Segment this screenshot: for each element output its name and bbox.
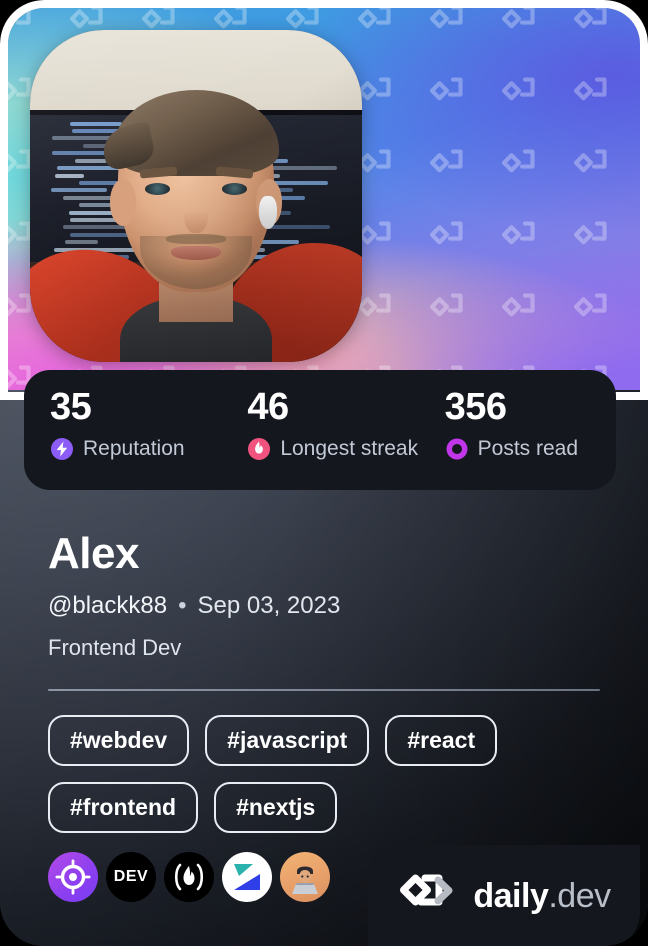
stat-longest-streak-label: Longest streak (280, 437, 419, 461)
flame-icon (248, 437, 271, 460)
hacker-news-badge[interactable] (164, 852, 214, 902)
daily-dev-logo: daily.dev (368, 845, 640, 946)
profile-handle: @blackk88 (48, 592, 168, 619)
pragmatic-engineer-icon (234, 864, 260, 890)
stat-longest-streak: 46 Longest streak (221, 370, 418, 490)
pragmatic-engineer-badge[interactable] (222, 852, 272, 902)
tag-chip[interactable]: #frontend (48, 782, 199, 833)
flame-paren-icon (174, 863, 204, 891)
bolt-icon (51, 437, 73, 460)
ring-icon (446, 438, 468, 460)
devcard: 35 Reputation 46 Longest streak 356 Post… (0, 0, 648, 946)
profile-role: Frontend Dev (48, 635, 182, 660)
target-icon (55, 859, 91, 895)
tag-list: #webdev #javascript #react #frontend #nextjs (48, 715, 608, 833)
stat-longest-streak-value: 46 (247, 386, 289, 428)
dev-to-label: DEV (113, 868, 149, 885)
tag-chip[interactable]: #webdev (48, 715, 190, 766)
logo-suffix: .dev (548, 876, 611, 915)
section-divider (48, 689, 600, 691)
tag-chip[interactable]: #nextjs (214, 782, 338, 833)
profile-meta: @blackk88 • Sep 03, 2023 (48, 592, 340, 620)
stat-reputation-value: 35 (50, 386, 92, 428)
logo-brand: daily (473, 876, 549, 915)
tag-chip[interactable]: #javascript (205, 715, 370, 766)
dev-to-badge[interactable]: DEV (106, 852, 156, 902)
stat-posts-read: 356 Posts read (419, 370, 616, 490)
profile-name: Alex (48, 529, 139, 578)
devsquad-avatar-badge[interactable] (280, 852, 330, 902)
badge-list: DEV (48, 852, 330, 902)
stat-posts-read-label: Posts read (477, 437, 579, 461)
stat-posts-read-value: 356 (444, 386, 507, 428)
profile-joined-date: Sep 03, 2023 (197, 592, 341, 619)
tag-chip[interactable]: #react (385, 715, 498, 766)
meta-separator: • (178, 592, 187, 619)
stats-bar: 35 Reputation 46 Longest streak 356 Post… (24, 370, 616, 490)
daily-dev-mark-icon (400, 874, 453, 905)
avatar-photo (30, 30, 362, 362)
stat-reputation-label: Reputation (83, 437, 185, 461)
person-laptop-icon (292, 866, 318, 894)
avatar[interactable] (30, 30, 362, 362)
avatar-shading (30, 30, 362, 362)
daily-dev-target-badge[interactable] (48, 852, 98, 902)
daily-dev-wordmark: daily.dev (473, 876, 611, 915)
stat-reputation: 35 Reputation (24, 370, 221, 490)
